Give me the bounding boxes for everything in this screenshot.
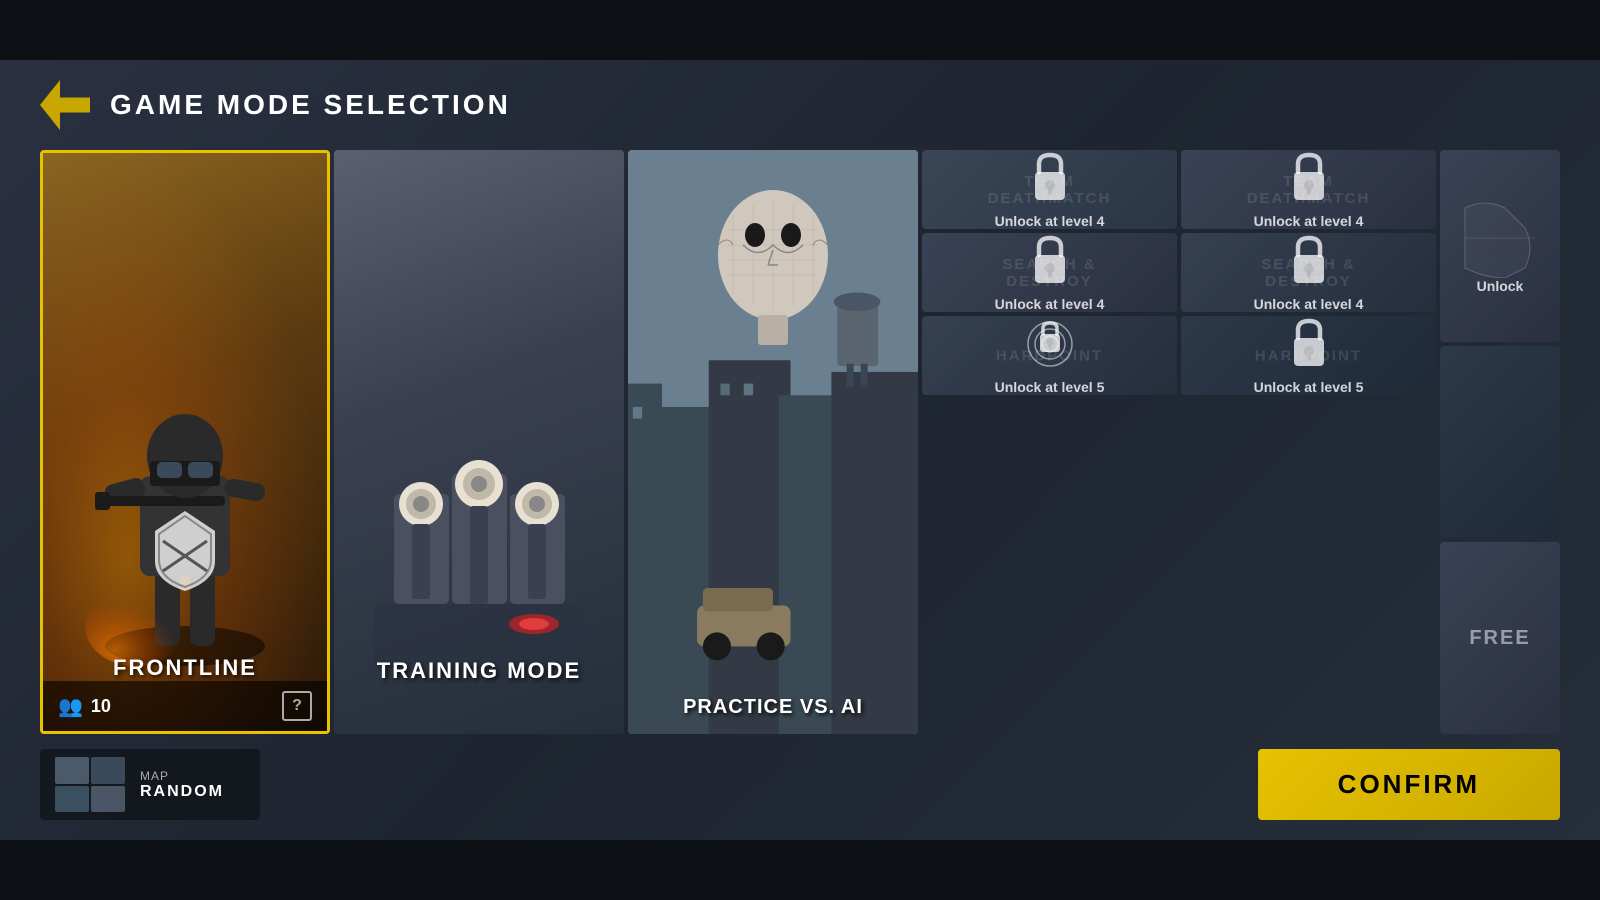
- bottom-ui: MAP RANDOM CONFIRM: [40, 749, 1560, 820]
- partial-design-top: [1455, 198, 1545, 278]
- page-title: GAME MODE SELECTION: [110, 89, 511, 121]
- locked-card-frontline2[interactable]: SEARCH &DESTROY Unlock at level 4: [922, 233, 1177, 312]
- help-button[interactable]: ?: [282, 691, 312, 721]
- mode-r2-top-bg-text: TEAMDEATHMATCH: [1247, 173, 1371, 207]
- search-destroy-bg-text: SEARCH &DESTROY: [1002, 256, 1096, 290]
- practice-label: PRACTICE VS. AI: [628, 696, 918, 719]
- mode-r2-bot-bg-text: HARDPOINT: [1255, 347, 1362, 364]
- frontline-info-bar: 👥 10 ?: [43, 681, 327, 731]
- hardpoint-bg-text: HARDPOINT: [996, 347, 1103, 364]
- training-label: TRAINING MODE: [334, 658, 624, 684]
- players-icon: 👥: [58, 694, 83, 719]
- main-container: GAME MODE SELECTION: [0, 60, 1600, 840]
- back-button[interactable]: [40, 80, 90, 130]
- r2-mid-unlock: Unlock at level 4: [1254, 296, 1364, 312]
- locked-card-last-bot[interactable]: FREE: [1440, 542, 1560, 734]
- mode-card-practice[interactable]: PRACTICE VS. AI: [628, 150, 918, 734]
- locked-card-r2-bot[interactable]: HARDPOINT Unlock at level 5: [1181, 316, 1436, 395]
- locked-card-search-destroy[interactable]: HARDPOINT Unlock at level 5: [922, 316, 1177, 395]
- content-area: FRONTLINE 👥 10 ?: [40, 150, 1560, 734]
- mode-card-training[interactable]: TRAINING MODE: [334, 150, 624, 734]
- header: GAME MODE SELECTION: [40, 80, 1560, 130]
- players-count: 10: [91, 696, 111, 717]
- right-col-2: TEAMDEATHMATCH Unlock at level 4 SEARCH …: [1181, 150, 1436, 734]
- training-targets-art: [374, 434, 584, 664]
- team-deathmatch-bg-text: TEAMDEATHMATCH: [988, 173, 1112, 207]
- confirm-button[interactable]: CONFIRM: [1258, 749, 1560, 820]
- players-info: 👥 10: [58, 694, 111, 719]
- map-thumb-1: [55, 757, 89, 784]
- r2-top-unlock: Unlock at level 4: [1254, 213, 1364, 229]
- ai-head-art: [703, 175, 843, 345]
- free-label: FREE: [1469, 627, 1530, 650]
- team-deathmatch-unlock-text: Unlock at level 4: [995, 213, 1105, 229]
- mode-r2-mid-bg-text: SEARCH &DESTROY: [1261, 256, 1355, 290]
- map-thumb-3: [55, 786, 89, 813]
- frontline-soldier-art: [75, 366, 295, 666]
- map-label: MAP: [140, 769, 224, 783]
- bottom-bar: [0, 840, 1600, 900]
- locked-card-last-top[interactable]: Unlock: [1440, 150, 1560, 342]
- map-thumb-4: [91, 786, 125, 813]
- r2-bot-unlock: Unlock at level 5: [1254, 379, 1364, 395]
- map-text: MAP RANDOM: [140, 769, 224, 801]
- last-top-unlock: Unlock: [1477, 278, 1524, 294]
- map-thumb-2: [91, 757, 125, 784]
- right-section: TEAMDEATHMATCH Unlock at level 4 SEARCH …: [922, 150, 1560, 734]
- map-selector[interactable]: MAP RANDOM: [40, 749, 260, 820]
- help-text: ?: [292, 697, 302, 715]
- top-bar: [0, 0, 1600, 60]
- locked-card-team-deathmatch[interactable]: TEAMDEATHMATCH Unlock at level 4: [922, 150, 1177, 229]
- mode-card-frontline[interactable]: FRONTLINE 👥 10 ?: [40, 150, 330, 734]
- locked-card-r2-mid[interactable]: SEARCH &DESTROY Unlock at level 4: [1181, 233, 1436, 312]
- frontline-label: FRONTLINE: [43, 655, 327, 681]
- map-name: RANDOM: [140, 783, 224, 801]
- frontline2-unlock-text: Unlock at level 4: [995, 296, 1105, 312]
- right-col-last: Unlock FREE: [1440, 150, 1560, 734]
- locked-card-r2-top[interactable]: TEAMDEATHMATCH Unlock at level 4: [1181, 150, 1436, 229]
- map-thumbnails: [55, 757, 125, 812]
- search-destroy-unlock-text: Unlock at level 5: [995, 379, 1105, 395]
- right-col-1: TEAMDEATHMATCH Unlock at level 4 SEARCH …: [922, 150, 1177, 734]
- locked-card-last-mid[interactable]: [1440, 346, 1560, 538]
